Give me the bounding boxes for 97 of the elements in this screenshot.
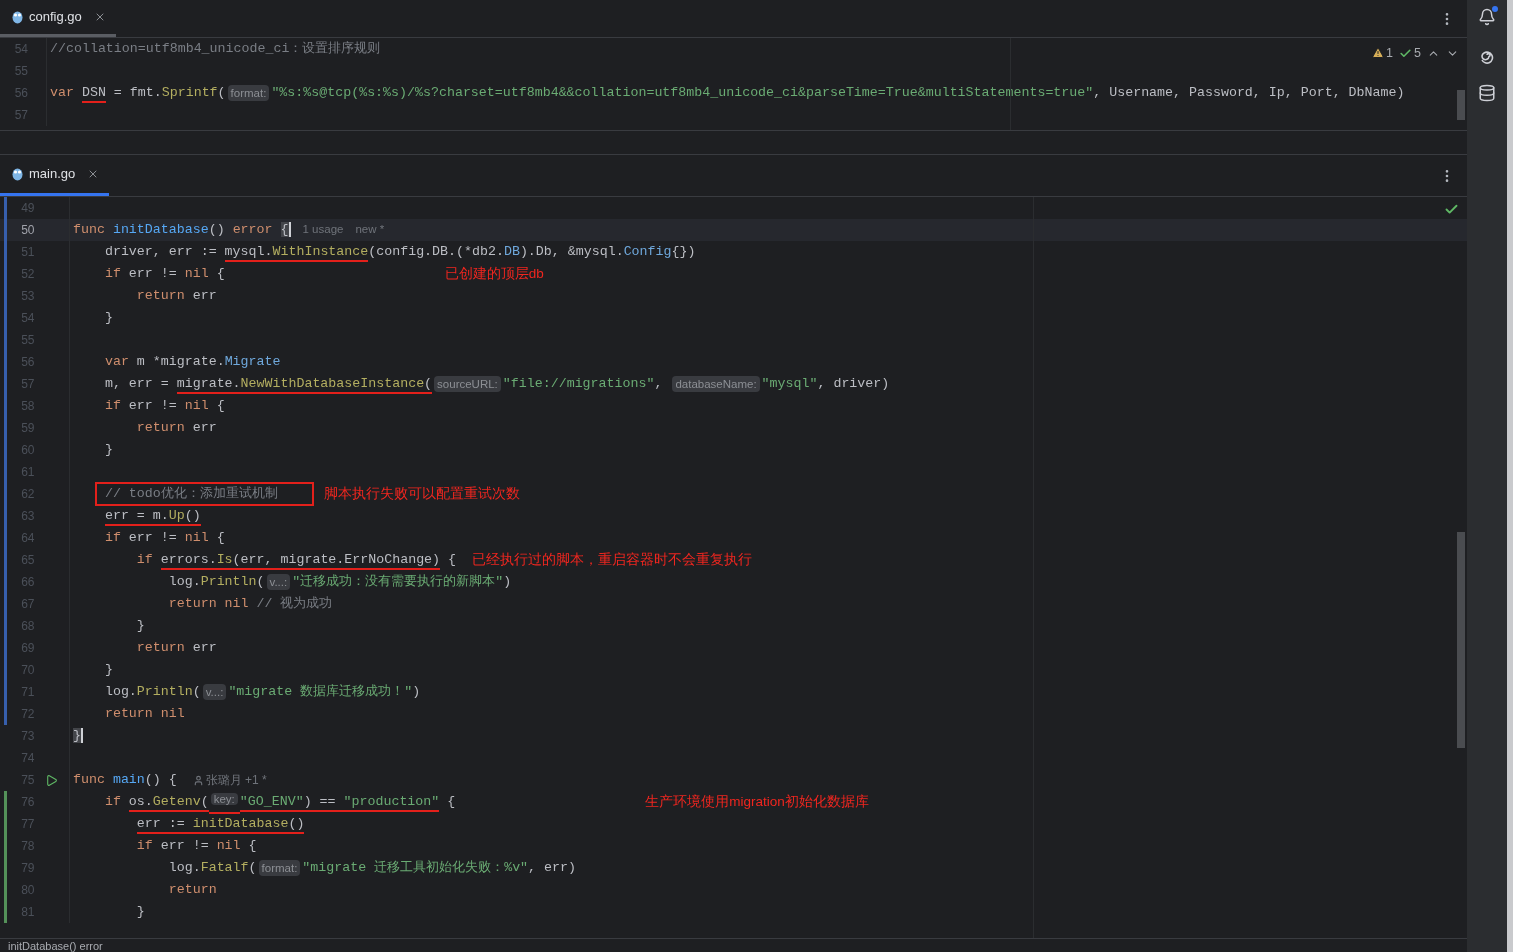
change-marker[interactable] [3,615,7,637]
change-marker[interactable] [3,285,7,307]
code-text: m, err = migrate.NewWithDatabaseInstance( [73,374,433,394]
change-marker[interactable] [3,681,7,703]
code-line: return nil [103,705,185,724]
change-marker[interactable] [3,813,7,835]
code-text: driver, err := mysql.WithInstance(config.DB.(*db2.DB).Db, &mysql.Config{}) [73,242,696,262]
line-number: 50 [20,222,35,239]
code-line: return err [135,639,217,658]
bell-icon [1478,8,1496,26]
change-marker[interactable] [3,307,7,329]
status-text: initDatabase() error [8,939,103,952]
code-line: if err != nil { [135,837,257,856]
change-marker[interactable] [3,263,7,285]
scrollbar-thumb[interactable] [1457,90,1465,120]
parameter-hint: format: [258,860,301,876]
parameter-hint: key: [210,793,238,806]
change-marker[interactable] [3,527,7,549]
code-text: log.Fatalf( [167,859,257,878]
change-marker[interactable] [3,901,7,923]
notifications-button[interactable] [1478,8,1496,26]
parameter-hint: v...: [266,574,291,590]
user-icon [192,774,204,786]
change-marker[interactable] [3,835,7,857]
code-line: return [167,881,217,900]
file-tab[interactable]: config.go [0,0,116,37]
code-text: "GO_ENV") == "production" { [239,792,456,812]
code-line: } [135,903,145,922]
annotation-note: 生产环境使用migration初始化数据库 [645,792,869,811]
check-icon[interactable] [1444,202,1459,217]
code-text: "file://migrations", [502,375,664,394]
check-count[interactable]: 5 [1399,44,1421,63]
change-marker[interactable] [3,703,7,725]
code-line: if err != nil { [103,265,225,284]
gopher-icon [12,167,23,181]
change-marker[interactable] [3,571,7,593]
code-line: //collation=utf8mb4_unicode_ci：设置排序规则 [50,40,381,59]
change-marker[interactable] [3,351,7,373]
code-line: } [135,617,145,636]
gopher-icon [12,10,23,24]
code-line: if err != nil { [103,529,225,548]
pane-splitter[interactable] [0,130,1467,155]
check-icon [1399,46,1413,60]
change-marker[interactable] [3,549,7,571]
code-line: } [103,309,113,328]
change-marker[interactable] [3,219,7,241]
change-marker[interactable] [3,791,7,813]
change-marker[interactable] [3,395,7,417]
code-text: if os.Getenv( [73,792,209,812]
code-text: err := initDatabase() [73,814,305,834]
change-marker[interactable] [3,637,7,659]
change-marker[interactable] [3,593,7,615]
code-text: "migrate 迁移工具初始化失败：%v", err) [302,859,576,878]
parameter-hint: databaseName: [672,376,760,392]
change-marker[interactable] [3,659,7,681]
code-text: log.Println( [103,683,201,702]
code-text: "mysql", driver) [761,375,890,394]
scrollbar-thumb[interactable] [1457,532,1465,748]
change-marker[interactable] [3,483,7,505]
code-text: "migrate 数据库迁移成功！") [228,683,421,702]
change-marker[interactable] [3,505,7,527]
author-hint[interactable]: 张璐月 +1 * [192,771,267,789]
code-text: log.Println( [167,573,265,592]
code-text: if errors.Is(err, migrate.ErrNoChange) { [73,550,457,570]
change-marker[interactable] [3,857,7,879]
change-marker[interactable] [3,373,7,395]
code-line: return nil // 视为成功 [167,595,333,614]
code-text: "迁移成功：没有需要执行的新脚本") [292,573,512,592]
annotation-note: 脚本执行失败可以配置重试次数 [323,484,520,503]
code-line: if err != nil { [103,397,225,416]
change-marker[interactable] [3,197,7,219]
code-line: var m *migrate.Migrate [103,353,281,372]
annotation-note: 已创建的顶层db [444,264,544,283]
run-icon[interactable] [45,773,59,787]
file-tab[interactable]: main.go [0,155,110,196]
code-line: return err [135,287,217,306]
code-text: func main() { [73,771,177,790]
code-text: func initDatabase() error { [73,221,291,240]
change-marker[interactable] [3,329,7,351]
parameter-hint: format: [227,85,270,101]
change-marker[interactable] [3,241,7,263]
code-line: return err [135,419,217,438]
code-text: var DSN = fmt.Sprintf( [50,83,226,103]
parameter-hint: sourceURL: [434,376,501,392]
change-marker[interactable] [3,879,7,901]
change-marker[interactable] [3,417,7,439]
code-text: "%s:%s@tcp(%s:%s)/%s?charset=utf8mb4&&collation=utf8mb4_unicode_ci&parseTime=True&multiStatements=true", Username, Password, Ip, Port, DbName) [271,84,1405,103]
annotation-note: 已经执行过的脚本，重启容器时不会重复执行 [472,550,753,569]
code-text: err = m.Up() [73,506,201,526]
code-line: } [103,661,113,680]
change-marker[interactable] [3,461,7,483]
parameter-hint: v...: [202,684,227,700]
database-icon[interactable] [1478,84,1496,102]
change-marker[interactable] [3,439,7,461]
code-text: // todo优化：添加重试机制 [104,485,278,504]
warning-count[interactable]: 1 [1372,44,1394,63]
code-line: } [103,441,113,460]
